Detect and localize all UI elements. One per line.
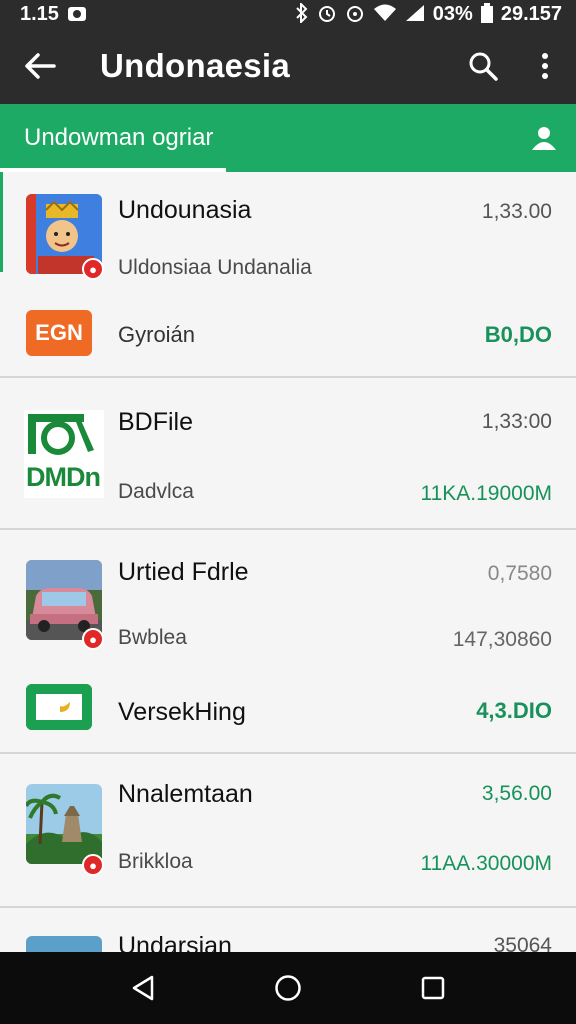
recents-square-icon <box>422 976 445 1000</box>
list-item[interactable]: ● Urtied Fdrle 0,7580 Bwblea 147,30860 V… <box>0 530 576 754</box>
item-title: Nnalemtaan <box>118 780 253 808</box>
alarm-icon-2 <box>345 3 365 26</box>
nav-home-button[interactable] <box>258 958 318 1018</box>
tab-bar: Undowman ogriar <box>0 104 576 172</box>
page-title: Undonaesia <box>100 47 291 84</box>
search-button[interactable] <box>452 28 514 104</box>
search-icon <box>469 52 498 81</box>
notification-badge: ● <box>82 628 104 650</box>
list-item[interactable]: Undarsian 35064 <box>0 908 576 952</box>
nav-recents-button[interactable] <box>403 958 463 1018</box>
app-icon: EGN <box>26 310 92 356</box>
back-arrow-icon <box>25 53 56 79</box>
item-sub-value: B0,DO <box>484 322 552 347</box>
app-icon-label: EGN <box>35 320 83 345</box>
bluetooth-icon <box>295 1 309 26</box>
notification-badge: ● <box>82 258 104 280</box>
item-price: 1,33.00 <box>481 200 552 223</box>
status-bar: 1.15 03% 29.157 <box>0 0 576 28</box>
profile-button[interactable] <box>526 120 562 156</box>
item-sub-title: VersekHing <box>118 698 246 726</box>
home-circle-icon <box>275 975 301 1001</box>
item-price: 0,7580 <box>487 562 552 585</box>
back-button[interactable] <box>0 28 80 104</box>
app-bar: Undonaesia <box>0 28 576 104</box>
item-size: 11KA.19000M <box>420 482 552 505</box>
wifi-icon <box>373 4 397 25</box>
alarm-icon <box>317 3 337 26</box>
nav-back-button[interactable] <box>113 958 173 1018</box>
item-thumbnail <box>26 936 102 952</box>
camera-icon <box>67 4 87 25</box>
status-time: 1.15 <box>20 2 59 25</box>
list-item[interactable]: DMDn BDFile 1,33:00 Dadvlca 11KA.19000M <box>0 378 576 530</box>
item-subtitle: Brikkloa <box>118 850 193 873</box>
item-title: Undarsian <box>118 932 232 952</box>
item-thumbnail: DMDn <box>24 410 104 498</box>
signal-icon <box>405 4 425 25</box>
back-triangle-icon <box>132 975 153 1001</box>
item-title: BDFile <box>118 408 194 436</box>
item-subtitle: Uldonsiaa Undanalia <box>118 256 312 279</box>
item-subtitle: Dadvlca <box>118 480 194 503</box>
item-title: Undounasia <box>118 196 252 224</box>
item-price: 3,56.00 <box>481 782 552 805</box>
app-icon <box>26 684 92 730</box>
status-clock: 29.157 <box>500 2 562 25</box>
item-sub-title: Gyroián <box>118 322 196 347</box>
item-title: Urtied Fdrle <box>118 558 249 586</box>
item-size: 147,30860 <box>452 628 552 651</box>
person-icon <box>532 127 556 150</box>
battery-icon <box>480 2 493 26</box>
battery-percent: 03% <box>432 2 473 25</box>
item-thumbnail <box>26 784 102 864</box>
item-list: ● Undounasia 1,33.00 Uldonsiaa Undanalia… <box>0 172 576 952</box>
item-price: 35064 <box>493 934 552 952</box>
notification-badge: ● <box>82 854 104 876</box>
more-options-button[interactable] <box>514 28 576 104</box>
list-item[interactable]: ● Undounasia 1,33.00 Uldonsiaa Undanalia… <box>0 172 576 378</box>
item-size: 11AA.30000M <box>420 852 552 875</box>
item-sub-value: 4,3.DIO <box>476 698 552 723</box>
item-price: 1,33:00 <box>481 410 552 433</box>
tab-main[interactable]: Undowman ogriar <box>24 124 213 152</box>
thumb-label: DMDn <box>26 462 101 492</box>
more-vert-icon <box>542 53 548 79</box>
list-item[interactable]: ● Nnalemtaan 3,56.00 Brikkloa 11AA.30000… <box>0 754 576 908</box>
system-nav-bar <box>0 952 576 1024</box>
item-subtitle: Bwblea <box>118 626 187 649</box>
